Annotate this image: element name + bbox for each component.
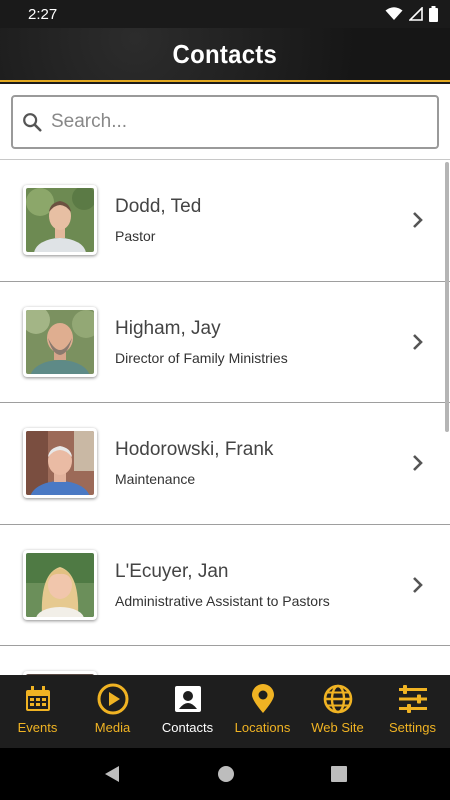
scrollbar[interactable] bbox=[445, 162, 449, 432]
globe-icon bbox=[323, 684, 352, 714]
avatar bbox=[23, 549, 97, 620]
status-bar: 2:27 bbox=[0, 0, 450, 28]
signal-icon bbox=[409, 7, 423, 21]
contact-row-partial[interactable] bbox=[0, 646, 450, 675]
system-nav-bar bbox=[0, 748, 450, 800]
contact-name: Higham, Jay bbox=[115, 317, 221, 339]
contact-row[interactable]: Dodd, Ted Pastor bbox=[0, 160, 450, 282]
contact-title: Director of Family Ministries bbox=[115, 349, 288, 366]
tab-contacts[interactable]: Contacts bbox=[150, 675, 225, 748]
bottom-tab-bar: Events Media Contacts Locations Web Site… bbox=[0, 675, 450, 748]
tab-label: Web Site bbox=[311, 720, 364, 735]
contact-title: Maintenance bbox=[115, 471, 196, 488]
home-icon[interactable] bbox=[217, 765, 235, 783]
search-bar bbox=[0, 84, 450, 160]
tab-locations[interactable]: Locations bbox=[225, 675, 300, 748]
tab-label: Contacts bbox=[161, 720, 214, 735]
status-icons bbox=[385, 6, 438, 22]
contact-title: Administrative Assistant to Pastors bbox=[115, 592, 330, 609]
page-title: Contacts bbox=[172, 38, 278, 69]
calendar-icon bbox=[25, 686, 50, 711]
tab-website[interactable]: Web Site bbox=[300, 675, 375, 748]
search-icon bbox=[23, 113, 42, 132]
contact-row[interactable]: L'Ecuyer, Jan Administrative Assistant t… bbox=[0, 525, 450, 646]
contact-name: Dodd, Ted bbox=[115, 196, 202, 218]
status-time: 2:27 bbox=[28, 5, 58, 23]
contact-card-icon bbox=[174, 686, 201, 712]
contact-name: L'Ecuyer, Jan bbox=[115, 560, 229, 582]
tab-label: Events bbox=[17, 720, 58, 735]
contact-name: Hodorowski, Frank bbox=[115, 439, 274, 461]
avatar bbox=[23, 306, 97, 377]
tab-events[interactable]: Events bbox=[0, 675, 75, 748]
map-pin-icon bbox=[251, 684, 274, 713]
avatar bbox=[23, 428, 97, 499]
tab-label: Media bbox=[94, 720, 131, 735]
chevron-right-icon bbox=[413, 333, 423, 350]
sliders-icon bbox=[398, 685, 427, 713]
battery-icon bbox=[429, 6, 438, 22]
contact-row[interactable]: Higham, Jay Director of Family Ministrie… bbox=[0, 282, 450, 403]
search-box[interactable] bbox=[11, 95, 439, 149]
chevron-right-icon bbox=[413, 455, 423, 472]
contact-row[interactable]: Hodorowski, Frank Maintenance bbox=[0, 403, 450, 525]
chevron-right-icon bbox=[413, 212, 423, 229]
contact-title: Pastor bbox=[115, 228, 156, 245]
avatar bbox=[23, 185, 97, 256]
app-header: Contacts bbox=[0, 28, 450, 82]
tab-settings[interactable]: Settings bbox=[375, 675, 450, 748]
tab-media[interactable]: Media bbox=[75, 675, 150, 748]
contact-list: Dodd, Ted Pastor Higham, Jay Director of… bbox=[0, 160, 450, 675]
back-icon[interactable] bbox=[103, 765, 121, 783]
tab-label: Settings bbox=[389, 720, 436, 735]
search-input[interactable] bbox=[51, 111, 411, 133]
tab-label: Locations bbox=[234, 720, 291, 735]
recents-icon[interactable] bbox=[331, 766, 347, 782]
wifi-icon bbox=[385, 7, 403, 20]
play-icon bbox=[97, 683, 128, 715]
chevron-right-icon bbox=[413, 576, 423, 593]
